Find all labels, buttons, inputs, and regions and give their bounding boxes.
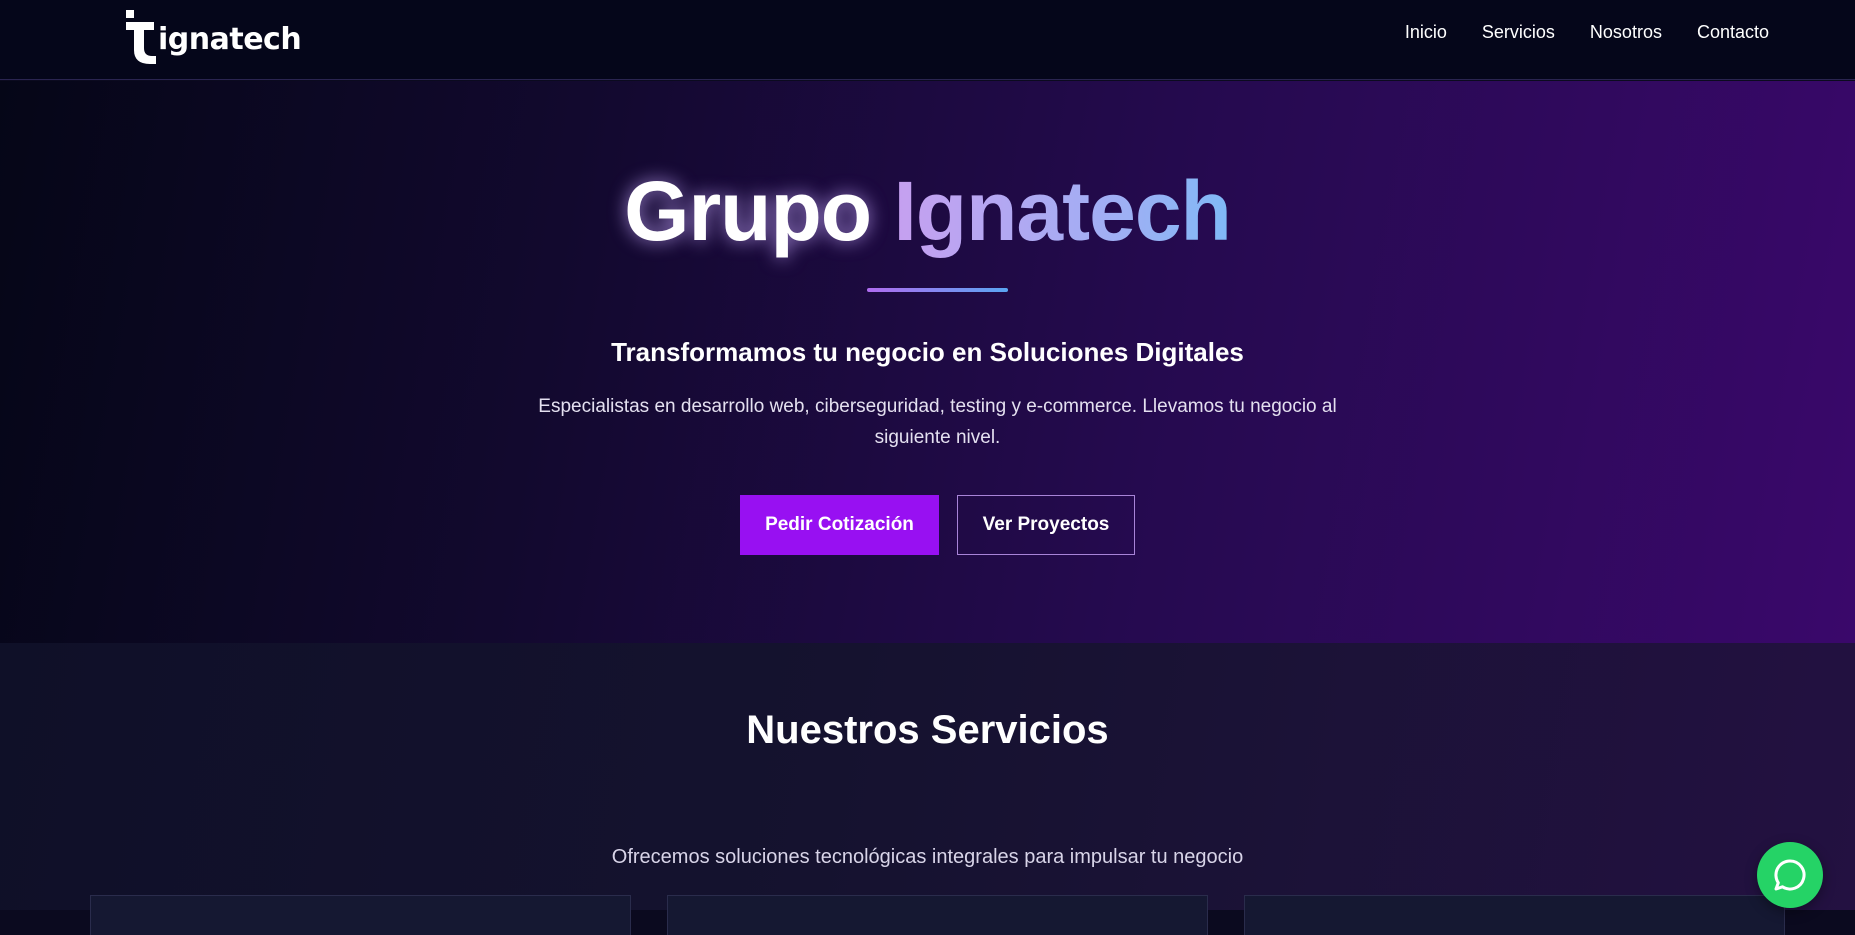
whatsapp-icon (1774, 859, 1806, 891)
top-navbar: ignatech Inicio Servicios Nosotros Conta… (0, 0, 1855, 80)
service-card[interactable] (1244, 895, 1785, 935)
hero-subtitle: Transformamos tu negocio en Soluciones D… (611, 337, 1244, 367)
service-card[interactable] (90, 895, 631, 935)
hero-title: Grupo Ignatech (0, 163, 1855, 260)
nav-links: Inicio Servicios Nosotros Contacto (1405, 22, 1769, 43)
nav-link-servicios[interactable]: Servicios (1482, 22, 1555, 43)
services-section: Nuestros Servicios Ofrecemos soluciones … (0, 643, 1855, 935)
hero-title-underline (867, 288, 1008, 292)
hero-section: Grupo Ignatech Transformamos tu negocio … (0, 81, 1855, 643)
site-logo[interactable]: ignatech (124, 10, 302, 64)
nav-link-contacto[interactable]: Contacto (1697, 22, 1769, 43)
ver-proyectos-button[interactable]: Ver Proyectos (957, 495, 1135, 555)
nav-link-inicio[interactable]: Inicio (1405, 22, 1447, 43)
whatsapp-button[interactable] (1757, 842, 1823, 908)
hero-title-part2: Ignatech (893, 164, 1231, 258)
hero-title-part1: Grupo (624, 164, 872, 258)
hero-description: Especialistas en desarrollo web, ciberse… (538, 396, 1337, 448)
services-subtitle: Ofrecemos soluciones tecnológicas integr… (611, 846, 1244, 868)
nav-link-nosotros[interactable]: Nosotros (1590, 22, 1662, 43)
services-title: Nuestros Servicios (746, 708, 1109, 752)
logo-text: ignatech (158, 21, 302, 57)
service-card[interactable] (667, 895, 1208, 935)
ignatech-logo-icon (126, 10, 156, 64)
pedir-cotizacion-button[interactable]: Pedir Cotización (740, 495, 939, 555)
